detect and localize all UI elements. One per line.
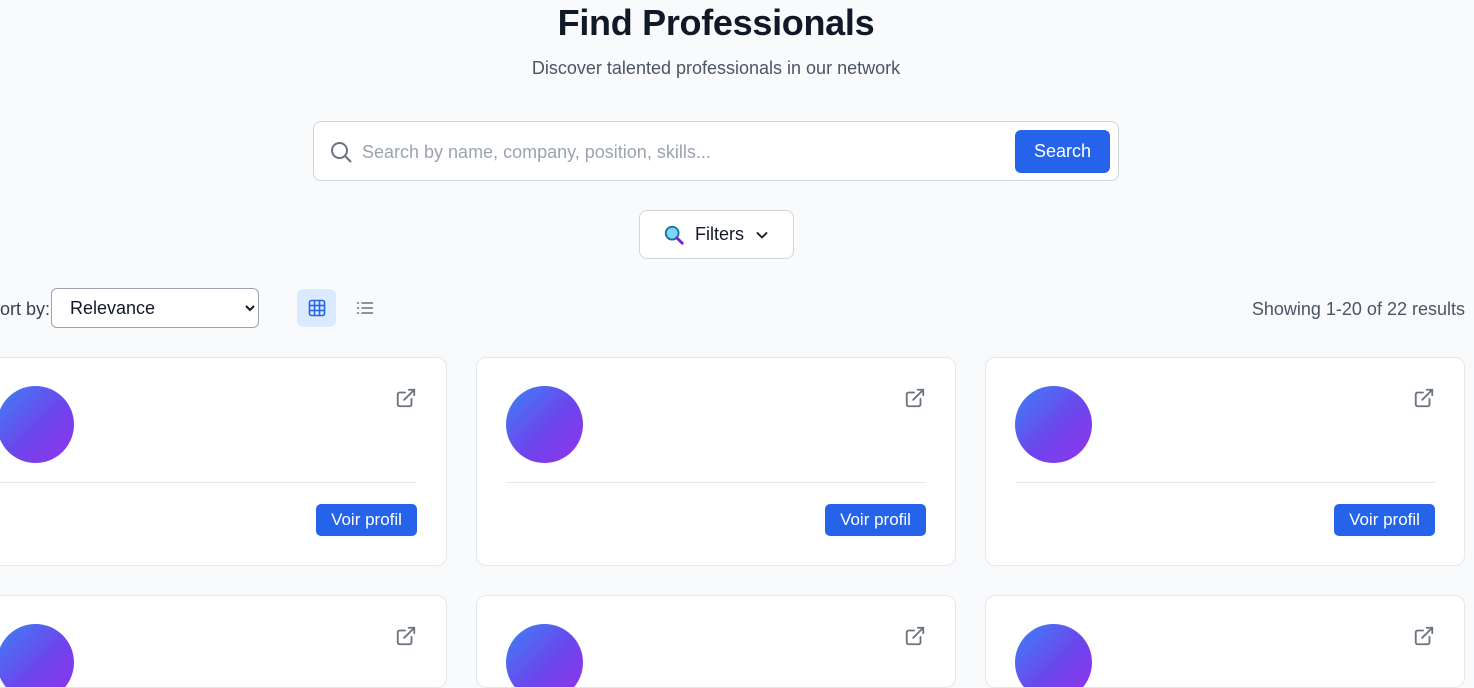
- professional-card: Voir profil: [985, 357, 1465, 566]
- search-button[interactable]: Search: [1015, 130, 1110, 173]
- external-link-icon[interactable]: [395, 625, 417, 647]
- avatar: [506, 624, 583, 687]
- avatar: [506, 386, 583, 463]
- avatar: [1015, 624, 1092, 687]
- grid-icon: [308, 299, 325, 317]
- avatar: [1015, 386, 1092, 463]
- filters-button[interactable]: Filters: [639, 210, 794, 259]
- view-profile-button[interactable]: Voir profil: [825, 504, 926, 536]
- page-subtitle: Discover talented professionals in our n…: [531, 58, 901, 78]
- card-divider: [0, 482, 417, 483]
- chevron-down-icon: [756, 231, 768, 238]
- avatar: [0, 624, 74, 687]
- professional-card: Voir profil: [0, 357, 447, 566]
- external-link-icon[interactable]: [1413, 387, 1435, 409]
- sort-label: Sort by:: [0, 299, 51, 319]
- professional-card: [0, 595, 447, 688]
- external-link-icon[interactable]: [395, 387, 417, 409]
- grid-view-button[interactable]: [297, 289, 336, 327]
- search-input[interactable]: [362, 132, 1002, 172]
- card-divider: [506, 482, 926, 483]
- view-profile-button[interactable]: Voir profil: [1334, 504, 1435, 536]
- professional-card: Voir profil: [476, 357, 956, 566]
- professional-card: [476, 595, 956, 688]
- magnifying-glass-icon: [664, 225, 684, 245]
- search-bar: Search: [313, 121, 1119, 181]
- professional-card: [985, 595, 1465, 688]
- external-link-icon[interactable]: [1413, 625, 1435, 647]
- card-divider: [1015, 482, 1435, 483]
- sort-select[interactable]: Relevance: [51, 288, 259, 328]
- view-profile-button[interactable]: Voir profil: [316, 504, 417, 536]
- search-icon: [331, 142, 352, 163]
- page-title: Find Professionals: [557, 2, 875, 43]
- avatar: [0, 386, 74, 463]
- external-link-icon[interactable]: [904, 387, 926, 409]
- filters-label: Filters: [695, 224, 744, 244]
- results-count: Showing 1-20 of 22 results: [1251, 299, 1465, 319]
- list-view-button[interactable]: [345, 289, 384, 327]
- page: Find Professionals Discover talented pro…: [0, 0, 1474, 688]
- external-link-icon[interactable]: [904, 625, 926, 647]
- list-icon: [356, 302, 373, 314]
